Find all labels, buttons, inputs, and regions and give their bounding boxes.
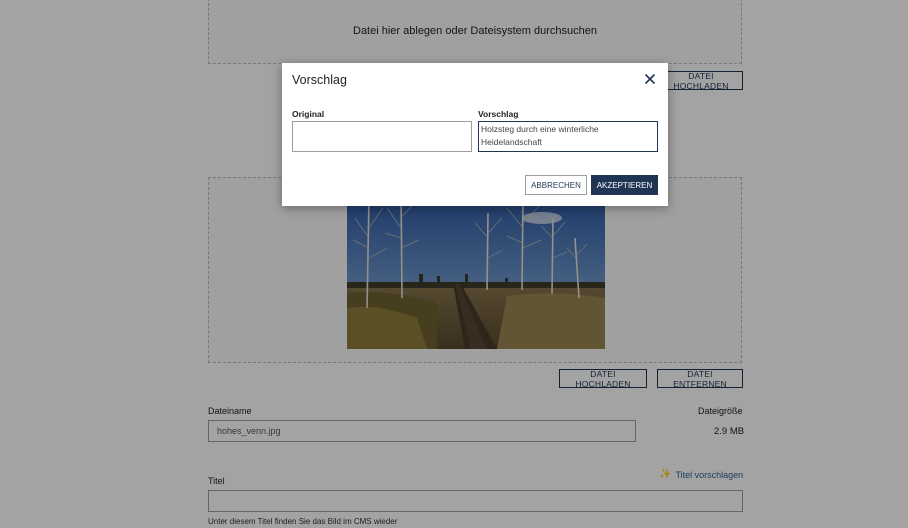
suggestion-field[interactable]: Holzsteg durch eine winterliche Heidelan…: [478, 121, 658, 152]
dialog-title: Vorschlag: [292, 73, 347, 87]
original-field[interactable]: [292, 121, 472, 152]
original-label: Original: [292, 109, 325, 119]
accept-button[interactable]: AKZEPTIEREN: [591, 175, 658, 195]
close-icon[interactable]: [642, 71, 658, 87]
cancel-button[interactable]: ABBRECHEN: [525, 175, 587, 195]
suggestion-label: Vorschlag: [478, 109, 519, 119]
suggestion-dialog: Vorschlag Original Vorschlag Holzsteg du…: [282, 63, 668, 206]
